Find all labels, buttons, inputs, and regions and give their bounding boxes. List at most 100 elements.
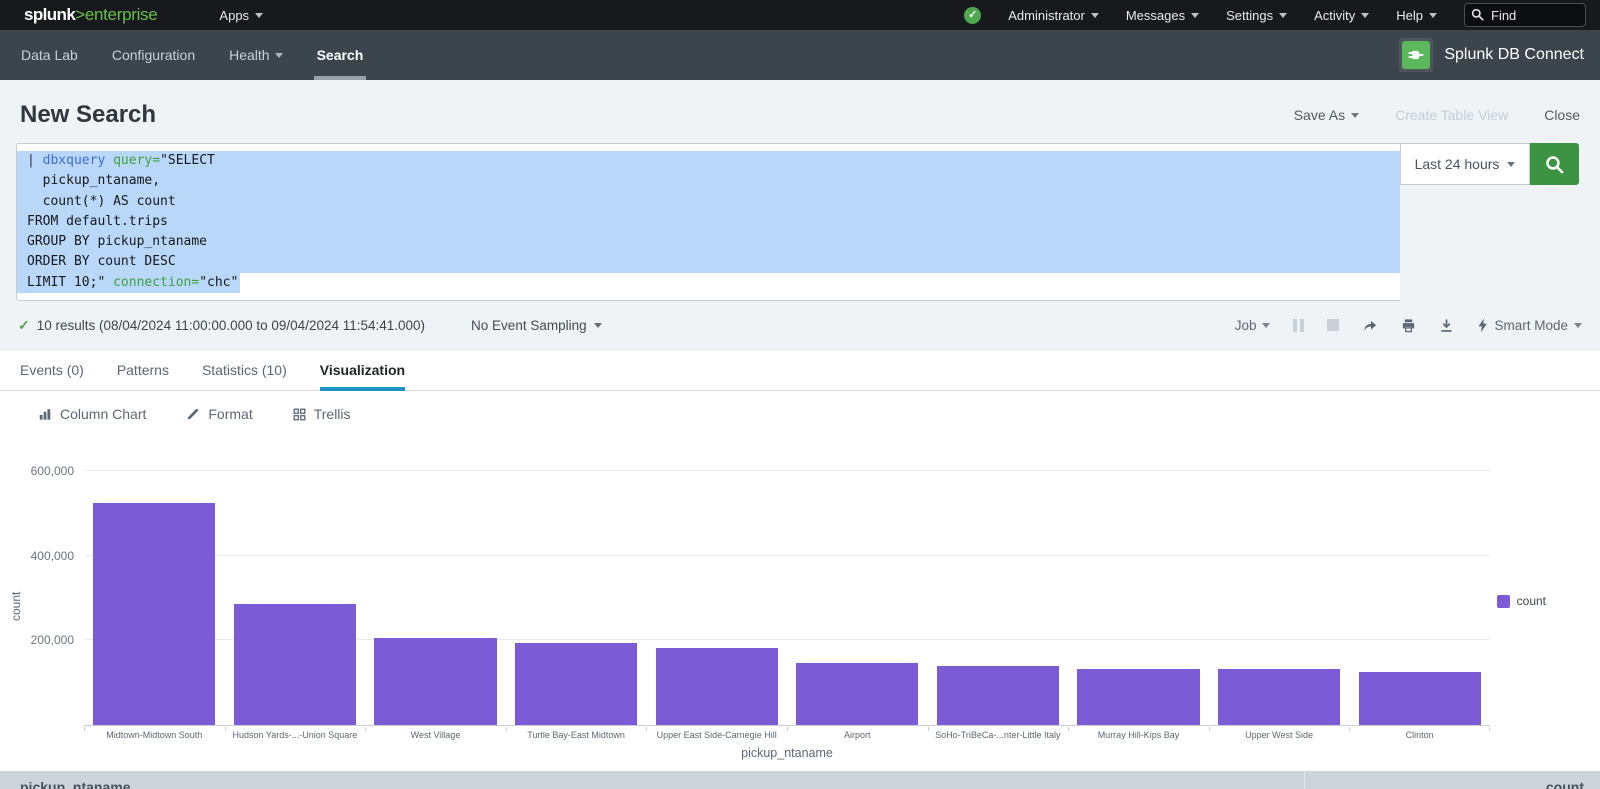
close-button[interactable]: Close: [1544, 107, 1580, 123]
top-bar: splunk>enterprise Apps ✓ Administrator M…: [0, 0, 1600, 30]
column-chart: count 200,000 400,000 600,000 Midtown-Midt…: [0, 437, 1600, 771]
chart-bar[interactable]: [84, 437, 225, 725]
chevron-down-icon: [1279, 13, 1287, 18]
table-column-header[interactable]: count: [1305, 771, 1600, 789]
x-axis-category-label: West Village: [365, 727, 506, 742]
query-line: | dbxquery query="SELECT: [17, 151, 1400, 171]
x-axis-category-label: SoHo-TriBeCa-...nter-Little Italy: [928, 727, 1069, 742]
chevron-down-icon: [594, 323, 602, 328]
legend-swatch: [1497, 595, 1510, 608]
chart-bar[interactable]: [787, 437, 928, 725]
chart-bar[interactable]: [225, 437, 366, 725]
chevron-down-icon: [1262, 323, 1270, 328]
pause-button: [1293, 319, 1304, 332]
apps-menu[interactable]: Apps: [219, 8, 263, 23]
job-menu[interactable]: Job: [1235, 318, 1271, 333]
administrator-menu[interactable]: Administrator: [1008, 8, 1099, 23]
x-axis-category-label: Clinton: [1349, 727, 1490, 742]
apps-menu-label: Apps: [219, 8, 249, 23]
x-axis-category-label: Hudson Yards-...-Union Square: [225, 727, 366, 742]
x-axis-category-label: Upper East Side-Carnegie Hill: [646, 727, 787, 742]
nav-item-data-lab[interactable]: Data Lab: [4, 30, 95, 80]
health-status-icon[interactable]: ✓: [964, 7, 981, 24]
format-menu[interactable]: Format: [186, 406, 252, 422]
app-nav-bar: Data Lab Configuration Health Search Spl…: [0, 30, 1600, 80]
help-menu[interactable]: Help: [1396, 8, 1437, 23]
print-icon: [1401, 318, 1416, 333]
chart-bar[interactable]: [1068, 437, 1209, 725]
splunk-logo[interactable]: splunk>enterprise: [24, 5, 157, 25]
trellis-grid-icon: [293, 408, 306, 421]
activity-menu[interactable]: Activity: [1314, 8, 1369, 23]
share-icon: [1362, 318, 1378, 333]
chart-bar[interactable]: [1349, 437, 1490, 725]
download-icon: [1439, 318, 1454, 333]
search-mode-menu[interactable]: Smart Mode: [1477, 318, 1582, 333]
legend-label: count: [1517, 594, 1546, 608]
chart-bar[interactable]: [1209, 437, 1350, 725]
download-button[interactable]: [1439, 318, 1454, 333]
trellis-menu[interactable]: Trellis: [293, 406, 351, 422]
tab-visualization[interactable]: Visualization: [320, 350, 405, 390]
page-header: New Search Save As Create Table View Clo…: [0, 80, 1600, 143]
nav-item-health[interactable]: Health: [212, 30, 299, 80]
tab-statistics[interactable]: Statistics (10): [202, 350, 287, 390]
topbar-right-menu: ✓ Administrator Messages Settings Activi…: [964, 3, 1586, 27]
find-search: [1464, 3, 1586, 27]
x-axis-category-label: Murray Hill-Kips Bay: [1068, 727, 1209, 742]
query-line: count(*) AS count: [17, 192, 1400, 212]
query-line: pickup_ntaname,: [17, 171, 1400, 191]
y-axis-tick-label: 200,000: [31, 633, 74, 647]
y-axis-title: count: [9, 592, 23, 621]
visualization-toolbar: Column Chart Format Trellis: [0, 391, 1600, 437]
query-line: FROM default.trips: [17, 212, 1400, 232]
share-button[interactable]: [1362, 318, 1378, 333]
chart-bar[interactable]: [646, 437, 787, 725]
tab-patterns[interactable]: Patterns: [117, 350, 169, 390]
table-column-header[interactable]: pickup_ntaname: [0, 771, 1305, 789]
query-line: ORDER BY count DESC: [17, 252, 1400, 272]
nav-item-configuration[interactable]: Configuration: [95, 30, 212, 80]
search-icon: [1471, 8, 1484, 21]
messages-menu[interactable]: Messages: [1126, 8, 1199, 23]
settings-menu[interactable]: Settings: [1226, 8, 1287, 23]
chevron-down-icon: [1351, 113, 1359, 118]
pause-icon: [1293, 319, 1304, 332]
x-axis-category-label: Midtown-Midtown South: [84, 727, 225, 742]
y-axis-tick-label: 600,000: [31, 464, 74, 478]
success-check-icon: ✓: [18, 317, 30, 334]
app-name: Splunk DB Connect: [1444, 46, 1584, 64]
chart-type-picker[interactable]: Column Chart: [38, 406, 146, 422]
chart-bar[interactable]: [365, 437, 506, 725]
stop-button: [1327, 319, 1339, 331]
query-line: LIMIT 10;" connection="chc": [17, 273, 1400, 293]
print-button[interactable]: [1401, 318, 1416, 333]
chevron-down-icon: [255, 13, 263, 18]
chart-bar[interactable]: [928, 437, 1069, 725]
run-search-button[interactable]: [1530, 143, 1579, 185]
column-chart-icon: [38, 407, 52, 421]
smart-mode-bolt-icon: [1477, 318, 1488, 333]
chevron-down-icon: [1429, 13, 1437, 18]
chart-legend[interactable]: count: [1497, 594, 1546, 608]
tab-events[interactable]: Events (0): [20, 350, 84, 390]
chevron-down-icon: [1507, 162, 1515, 167]
save-as-button[interactable]: Save As: [1294, 107, 1359, 123]
results-summary: 10 results (08/04/2024 11:00:00.000 to 0…: [37, 318, 425, 333]
query-line: GROUP BY pickup_ntaname: [17, 232, 1400, 252]
stop-icon: [1327, 319, 1339, 331]
results-tabs: Events (0) Patterns Statistics (10) Visu…: [0, 349, 1600, 391]
chevron-down-icon: [1361, 13, 1369, 18]
event-sampling-menu[interactable]: No Event Sampling: [471, 318, 602, 333]
search-query-input[interactable]: | dbxquery query="SELECT pickup_ntaname,…: [16, 143, 1400, 301]
y-axis-tick-label: 400,000: [31, 549, 74, 563]
time-range-picker[interactable]: Last 24 hours: [1400, 143, 1530, 185]
search-results-bar: ✓ 10 results (08/04/2024 11:00:00.000 to…: [0, 301, 1600, 349]
page-title: New Search: [20, 101, 156, 129]
search-bar: | dbxquery query="SELECT pickup_ntaname,…: [16, 143, 1579, 301]
chevron-down-icon: [1091, 13, 1099, 18]
pencil-icon: [186, 407, 200, 421]
nav-item-search[interactable]: Search: [300, 30, 381, 80]
chart-bar[interactable]: [506, 437, 647, 725]
create-table-view-button: Create Table View: [1395, 107, 1508, 123]
